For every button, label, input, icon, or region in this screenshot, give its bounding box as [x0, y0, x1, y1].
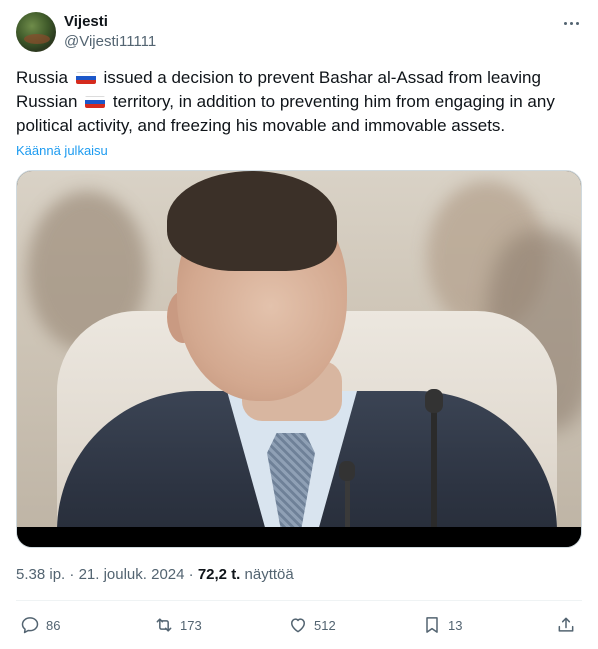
- translate-post-link[interactable]: Käännä julkaisu: [16, 143, 108, 158]
- action-bar: 86 173 512 13: [16, 612, 582, 638]
- repost-icon: [156, 618, 172, 632]
- russia-flag-icon: [75, 72, 96, 84]
- like-count: 512: [314, 617, 336, 633]
- media-bottom-bar: [17, 527, 581, 547]
- reply-count: 86: [46, 617, 61, 633]
- bookmark-icon: [426, 617, 438, 633]
- like-button[interactable]: 512: [288, 612, 336, 638]
- tweet-text: Russia issued a decision to prevent Bash…: [16, 66, 576, 138]
- reply-button[interactable]: 86: [20, 612, 60, 638]
- avatar[interactable]: [16, 12, 56, 52]
- views-label: näyttöä: [244, 566, 294, 583]
- share-button[interactable]: [556, 612, 576, 638]
- reply-icon: [21, 617, 39, 634]
- repost-button[interactable]: 173: [154, 612, 202, 638]
- meta-separator: ·: [188, 566, 194, 583]
- tweet-date[interactable]: 21. jouluk. 2024: [79, 566, 185, 583]
- tweet-media[interactable]: [16, 170, 582, 548]
- heart-icon: [291, 618, 305, 633]
- author-handle[interactable]: @Vijesti11111: [64, 33, 156, 51]
- views-count: 72,2 t.: [197, 566, 241, 583]
- divider: [16, 600, 582, 601]
- tweet-photo[interactable]: [17, 171, 581, 527]
- tweet-text-part-1: Russia: [16, 68, 68, 87]
- meta-separator: ·: [69, 566, 75, 583]
- tweet-meta: 5.38 ip. · 21. jouluk. 2024 · 72,2 t. nä…: [16, 566, 294, 584]
- author-display-name[interactable]: Vijesti: [64, 13, 108, 31]
- more-options-icon[interactable]: [560, 12, 582, 34]
- bookmark-count: 13: [448, 617, 463, 633]
- tweet-time[interactable]: 5.38 ip.: [16, 566, 65, 583]
- russia-flag-icon: [85, 96, 106, 108]
- repost-count: 173: [180, 617, 202, 633]
- share-icon: [558, 617, 574, 632]
- bookmark-button[interactable]: 13: [422, 612, 462, 638]
- tweet-card: Vijesti @Vijesti11111 Russia issued a de…: [0, 0, 598, 649]
